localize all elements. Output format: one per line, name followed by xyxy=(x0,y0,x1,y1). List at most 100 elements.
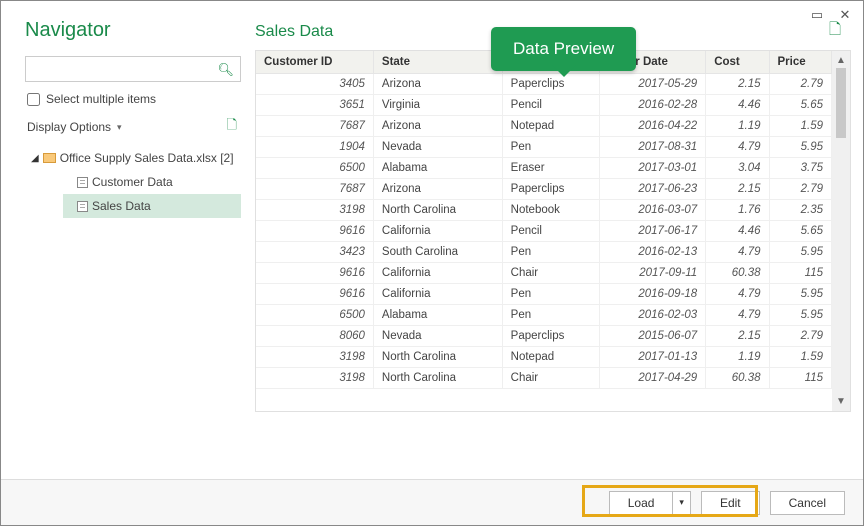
table-cell: Chair xyxy=(502,262,600,283)
table-cell: 9616 xyxy=(256,262,373,283)
table-cell: Pen xyxy=(502,304,600,325)
sheet-icon xyxy=(77,177,88,188)
scroll-thumb[interactable] xyxy=(836,68,846,138)
table-row[interactable]: 6500AlabamaEraser2017-03-013.043.75 xyxy=(256,157,832,178)
edit-button[interactable]: Edit xyxy=(701,491,760,515)
table-cell: 2016-09-18 xyxy=(600,283,706,304)
table-cell: 3651 xyxy=(256,94,373,115)
table-cell: 2017-06-23 xyxy=(600,178,706,199)
table-row[interactable]: 3651VirginiaPencil2016-02-284.465.65 xyxy=(256,94,832,115)
select-multiple-items[interactable]: Select multiple items xyxy=(25,92,241,106)
table-cell: 2016-02-13 xyxy=(600,241,706,262)
table-cell: 60.38 xyxy=(706,262,769,283)
window-title: Navigator xyxy=(25,19,241,42)
table-cell: 2016-03-07 xyxy=(600,199,706,220)
table-cell: Paperclips xyxy=(502,325,600,346)
table-cell: 5.65 xyxy=(769,94,831,115)
table-cell: Paperclips xyxy=(502,178,600,199)
search-icon[interactable]: 🔍︎ xyxy=(217,62,234,78)
table-cell: 9616 xyxy=(256,283,373,304)
search-input[interactable] xyxy=(26,57,216,81)
footer: Load ▾ Edit Cancel xyxy=(1,479,863,525)
table-row[interactable]: 8060NevadaPaperclips2015-06-072.152.79 xyxy=(256,325,832,346)
table-row[interactable]: 9616CaliforniaPen2016-09-184.795.95 xyxy=(256,283,832,304)
table-cell: 2.79 xyxy=(769,325,831,346)
table-cell: 5.95 xyxy=(769,136,831,157)
table-cell: 2016-02-28 xyxy=(600,94,706,115)
table-cell: Notepad xyxy=(502,115,600,136)
table-row[interactable]: 3198North CarolinaNotepad2017-01-131.191… xyxy=(256,346,832,367)
table-row[interactable]: 3198North CarolinaNotebook2016-03-071.76… xyxy=(256,199,832,220)
table-row[interactable]: 7687ArizonaPaperclips2017-06-232.152.79 xyxy=(256,178,832,199)
table-cell: Pen xyxy=(502,283,600,304)
table-row[interactable]: 6500AlabamaPen2016-02-034.795.95 xyxy=(256,304,832,325)
table-cell: Chair xyxy=(502,367,600,388)
table-cell: 1.76 xyxy=(706,199,769,220)
select-multiple-checkbox[interactable] xyxy=(27,93,40,106)
tree-root[interactable]: ◢ Office Supply Sales Data.xlsx [2] xyxy=(25,146,241,170)
tree-item-sales-data[interactable]: Sales Data xyxy=(63,194,241,218)
display-options[interactable]: Display Options ▾ 🗋︎ xyxy=(25,116,241,138)
collapse-icon[interactable]: ◢ xyxy=(31,153,39,164)
table-cell: 1904 xyxy=(256,136,373,157)
table-cell: Pencil xyxy=(502,220,600,241)
load-dropdown-button[interactable]: ▾ xyxy=(672,491,691,515)
tree-item-label: Sales Data xyxy=(92,199,151,213)
table-cell: 5.95 xyxy=(769,283,831,304)
table-cell: Notebook xyxy=(502,199,600,220)
refresh-tree-icon[interactable]: 🗋︎ xyxy=(227,116,241,138)
column-header[interactable]: Price xyxy=(769,51,831,73)
table-cell: 2.79 xyxy=(769,73,831,94)
table-cell: 2.15 xyxy=(706,73,769,94)
table-cell: Arizona xyxy=(373,115,502,136)
column-header[interactable]: Customer ID xyxy=(256,51,373,73)
preview-table: Customer IDStateProductOrder DateCostPri… xyxy=(256,51,832,389)
sheet-icon xyxy=(77,201,88,212)
tree-item-label: Customer Data xyxy=(92,175,173,189)
display-options-label: Display Options xyxy=(27,120,111,134)
table-cell: 1.59 xyxy=(769,346,831,367)
table-cell: 1.19 xyxy=(706,346,769,367)
table-row[interactable]: 9616CaliforniaChair2017-09-1160.38115 xyxy=(256,262,832,283)
scroll-down-icon[interactable]: ▼ xyxy=(836,396,846,407)
preview-title: Sales Data xyxy=(255,23,333,41)
table-cell: 3198 xyxy=(256,346,373,367)
table-cell: 7687 xyxy=(256,178,373,199)
table-cell: 115 xyxy=(769,262,831,283)
cancel-button[interactable]: Cancel xyxy=(770,491,845,515)
table-cell: 2.79 xyxy=(769,178,831,199)
column-header[interactable]: State xyxy=(373,51,502,73)
table-cell: 4.79 xyxy=(706,136,769,157)
navigator-panel: Navigator 🔍︎ Select multiple items Displ… xyxy=(25,19,241,479)
vertical-scrollbar[interactable]: ▲ ▼ xyxy=(832,51,850,411)
table-cell: 2.35 xyxy=(769,199,831,220)
table-cell: 115 xyxy=(769,367,831,388)
table-row[interactable]: 7687ArizonaNotepad2016-04-221.191.59 xyxy=(256,115,832,136)
table-cell: Pen xyxy=(502,136,600,157)
table-cell: 1.59 xyxy=(769,115,831,136)
table-cell: 8060 xyxy=(256,325,373,346)
table-cell: 5.95 xyxy=(769,241,831,262)
table-cell: California xyxy=(373,220,502,241)
table-cell: 2017-06-17 xyxy=(600,220,706,241)
table-cell: Virginia xyxy=(373,94,502,115)
table-cell: 3198 xyxy=(256,367,373,388)
table-cell: Eraser xyxy=(502,157,600,178)
scroll-up-icon[interactable]: ▲ xyxy=(836,55,846,66)
table-cell: Alabama xyxy=(373,157,502,178)
table-cell: 3423 xyxy=(256,241,373,262)
table-row[interactable]: 3423South CarolinaPen2016-02-134.795.95 xyxy=(256,241,832,262)
tree-root-label: Office Supply Sales Data.xlsx [2] xyxy=(60,151,234,165)
table-cell: 2.15 xyxy=(706,178,769,199)
table-cell: 7687 xyxy=(256,115,373,136)
tree-item-customer-data[interactable]: Customer Data xyxy=(63,170,241,194)
table-row[interactable]: 3405ArizonaPaperclips2017-05-292.152.79 xyxy=(256,73,832,94)
load-button[interactable]: Load xyxy=(609,491,673,515)
refresh-preview-icon[interactable]: 🗋︎ xyxy=(829,19,841,44)
column-header[interactable]: Cost xyxy=(706,51,769,73)
table-row[interactable]: 9616CaliforniaPencil2017-06-174.465.65 xyxy=(256,220,832,241)
search-box[interactable]: 🔍︎ xyxy=(25,56,241,82)
table-row[interactable]: 1904NevadaPen2017-08-314.795.95 xyxy=(256,136,832,157)
table-row[interactable]: 3198North CarolinaChair2017-04-2960.3811… xyxy=(256,367,832,388)
table-cell: South Carolina xyxy=(373,241,502,262)
